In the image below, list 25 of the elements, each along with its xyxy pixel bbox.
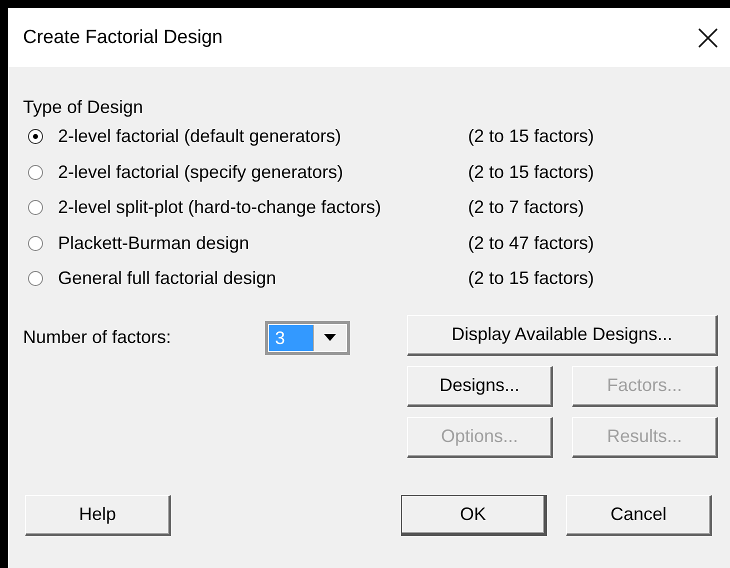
radio-button[interactable] [28,129,43,144]
section-label: Type of Design [23,96,144,119]
display-designs-button[interactable]: Display Available Designs... [407,314,718,356]
caret-icon [324,334,336,341]
factor-range: (2 to 15 factors) [468,162,594,183]
radio-button[interactable] [28,164,43,180]
option-label: General full factorial design [58,268,278,290]
dialog-button[interactable]: Designs... [407,366,553,406]
factor-range: (2 to 47 factors) [468,232,594,254]
option-label: Plackett-Burman design [58,232,250,254]
window-title: Create Factorial Design [23,26,223,48]
radio-button[interactable] [28,236,43,251]
close-icon[interactable] [698,28,718,48]
option-label: 2-level factorial (default generators) [58,126,342,148]
dialog-button[interactable]: Cancel [566,494,712,536]
dialog-button[interactable]: Help [25,494,171,536]
dialog-button[interactable]: OK [401,494,547,536]
factor-range: (2 to 15 factors) [468,268,594,290]
option-label: 2-level factorial (specify generators) [58,162,344,183]
option-label: 2-level split-plot (hard-to-change factors) [58,197,382,218]
radio-button[interactable] [28,271,43,286]
radio-button[interactable] [28,200,43,216]
field-label: Number of factors: [23,326,172,348]
factor-range: (2 to 7 factors) [468,197,584,218]
factor-range: (2 to 15 factors) [468,126,594,148]
